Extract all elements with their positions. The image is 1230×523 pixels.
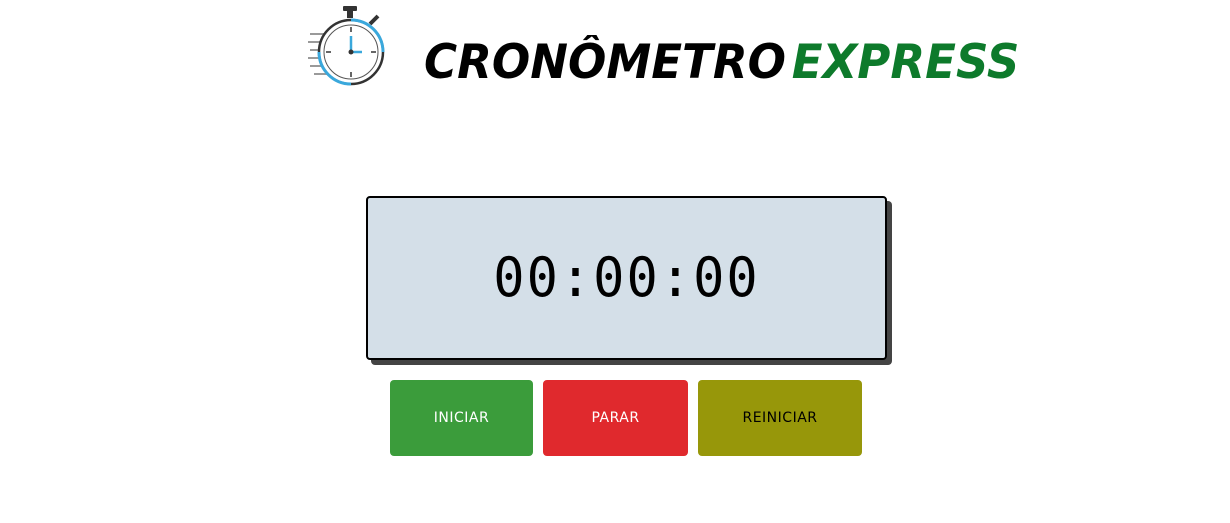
start-button-label: INICIAR	[433, 410, 490, 426]
stop-button[interactable]: PARAR	[543, 380, 688, 456]
title-accent: EXPRESS	[791, 35, 1020, 90]
time-readout: 00:00:00	[493, 246, 760, 310]
reset-button[interactable]: REINICIAR	[698, 380, 862, 456]
reset-button-label: REINICIAR	[742, 410, 818, 426]
start-button[interactable]: INICIAR	[390, 380, 533, 456]
timer-display: 00:00:00	[366, 196, 887, 360]
stop-button-label: PARAR	[591, 410, 640, 426]
header: CRONÔMETRO EXPRESS	[0, 0, 1230, 100]
title-main: CRONÔMETRO	[424, 35, 786, 90]
page-title: CRONÔMETRO EXPRESS	[424, 28, 1019, 98]
stopwatch-icon	[308, 6, 385, 86]
